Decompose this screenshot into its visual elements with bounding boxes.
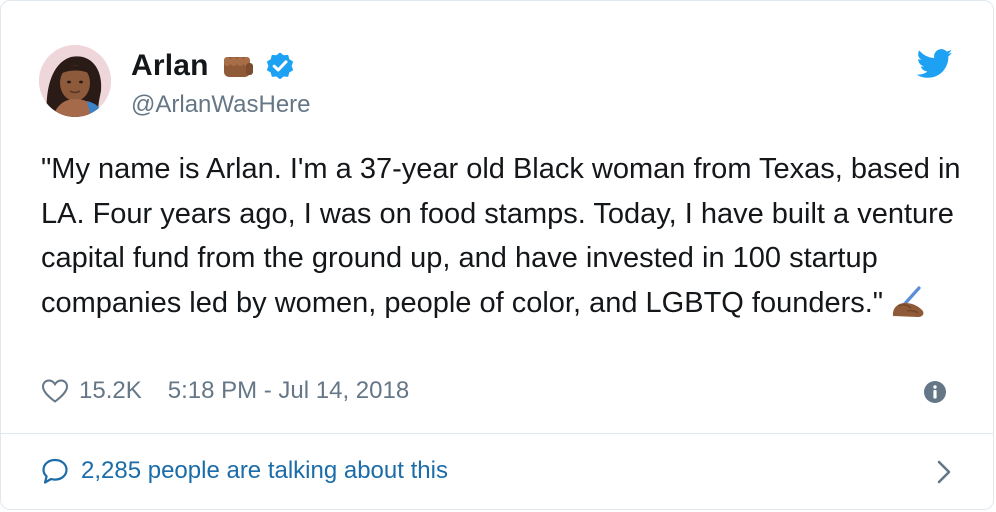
tweet-body: "My name is Arlan. I'm a 37-year old Bla… <box>41 153 961 319</box>
tweet-meta: 15.2K 5:18 PM - Jul 14, 2018 <box>41 373 409 409</box>
divider <box>1 433 993 434</box>
verified-badge-icon <box>266 52 293 80</box>
speech-bubble-icon <box>42 458 68 484</box>
display-name[interactable]: Arlan <box>131 49 209 83</box>
tweet-header: Arlan @ArlanWasHere <box>39 45 955 119</box>
chevron-right-icon[interactable] <box>935 459 953 485</box>
avatar[interactable] <box>39 45 111 117</box>
like-count[interactable]: 15.2K <box>79 377 142 405</box>
conversation-link[interactable]: 2,285 people are talking about this <box>41 449 953 493</box>
tweet-timestamp[interactable]: 5:18 PM - Jul 14, 2018 <box>168 377 409 405</box>
tweet-card: Arlan @ArlanWasHere "My name is Arlan. I… <box>0 0 994 510</box>
name-row: Arlan <box>131 47 311 85</box>
fist-bump-emoji-icon <box>223 57 253 77</box>
user-block: Arlan @ArlanWasHere <box>131 47 311 119</box>
twitter-bird-icon[interactable] <box>917 49 953 79</box>
user-handle[interactable]: @ArlanWasHere <box>131 91 311 119</box>
tweet-text: "My name is Arlan. I'm a 37-year old Bla… <box>41 147 961 325</box>
info-icon[interactable] <box>923 380 947 404</box>
conversation-text[interactable]: 2,285 people are talking about this <box>81 457 448 485</box>
heart-icon[interactable] <box>41 378 69 404</box>
writing-hand-emoji-icon <box>892 285 924 317</box>
